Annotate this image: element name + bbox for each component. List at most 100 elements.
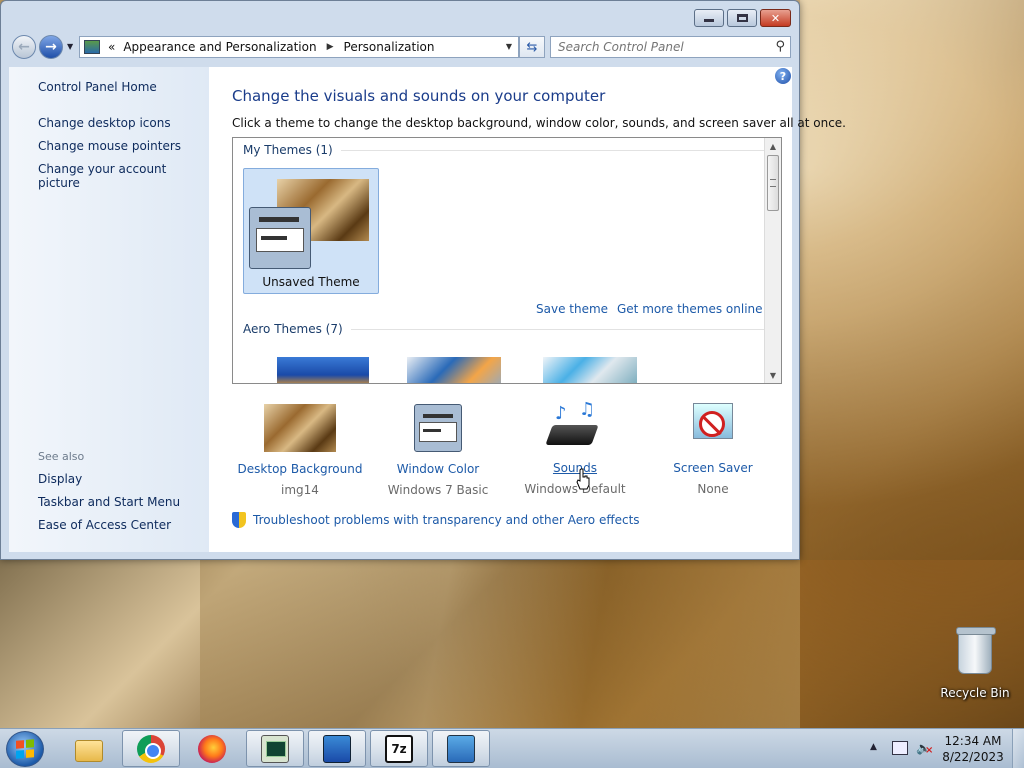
unsaved-theme-tile[interactable]: Unsaved Theme — [243, 168, 379, 294]
aero-themes-header-label: Aero Themes (7) — [243, 322, 343, 336]
address-dropdown-icon[interactable]: ▼ — [506, 42, 512, 51]
taskbar-firefox[interactable] — [183, 730, 241, 767]
screen-saver-icon[interactable] — [687, 401, 739, 451]
my-themes-header[interactable]: My Themes (1) — [243, 143, 769, 157]
change-desktop-icons-link[interactable]: Change desktop icons — [38, 116, 171, 130]
sounds-setting[interactable]: ♪ ♫ Sounds Windows Default — [505, 401, 645, 497]
theme-window-preview — [249, 207, 311, 269]
firefox-icon — [198, 734, 226, 763]
7zip-icon: 7z — [385, 734, 413, 763]
volume-muted-icon[interactable]: 🔈 × — [916, 741, 933, 756]
scroll-down-icon[interactable]: ▼ — [765, 367, 781, 383]
minimize-button[interactable] — [694, 9, 724, 27]
recent-pages-dropdown[interactable]: ▼ — [67, 42, 73, 51]
network-icon[interactable] — [892, 741, 908, 755]
minimize-icon — [704, 19, 714, 22]
group-divider — [340, 149, 769, 151]
display-link[interactable]: Display — [38, 472, 82, 486]
screen-saver-value: None — [697, 482, 729, 496]
maximize-icon — [736, 14, 748, 22]
breadcrumb-appearance[interactable]: Appearance and Personalization — [123, 40, 316, 54]
clock[interactable]: 12:34 AM 8/22/2023 — [942, 733, 1004, 765]
left-pane: Control Panel Home Change desktop icons … — [9, 67, 209, 552]
window-color-icon[interactable] — [414, 404, 462, 452]
save-theme-link[interactable]: Save theme — [536, 302, 608, 316]
ease-of-access-link[interactable]: Ease of Access Center — [38, 518, 171, 532]
remote-desktop-icon — [323, 734, 351, 763]
breadcrumb-separator-icon[interactable]: ▶ — [327, 42, 334, 52]
back-button[interactable]: ← — [12, 35, 36, 59]
troubleshoot-label[interactable]: Troubleshoot problems with transparency … — [253, 513, 640, 527]
sounds-icon[interactable]: ♪ ♫ — [545, 401, 605, 451]
search-icon[interactable]: ⚲ — [775, 39, 785, 54]
desktop-background-link[interactable]: Desktop Background — [230, 462, 370, 476]
clock-date: 8/22/2023 — [942, 750, 1004, 764]
desktop-wallpaper-highlight — [800, 0, 1024, 560]
desktop-background-setting[interactable]: Desktop Background img14 — [230, 401, 370, 497]
start-button[interactable] — [6, 731, 44, 767]
arrow-left-icon: ← — [18, 39, 30, 55]
close-button[interactable]: ✕ — [760, 9, 791, 27]
taskbar: 7z ▲ 🔈 × 12:34 AM 8/22/2023 — [0, 728, 1024, 768]
title-bar[interactable]: ✕ — [1, 1, 799, 33]
screen-saver-setting[interactable]: Screen Saver None — [643, 401, 783, 496]
search-box[interactable]: ⚲ — [550, 36, 791, 58]
show-desktop-button[interactable] — [1012, 729, 1024, 768]
aero-themes-header[interactable]: Aero Themes (7) — [243, 322, 775, 336]
taskbar-start-menu-link[interactable]: Taskbar and Start Menu — [38, 495, 180, 509]
control-panel-icon — [447, 734, 475, 763]
taskbar-explorer[interactable] — [60, 730, 118, 767]
breadcrumb-personalization[interactable]: Personalization — [344, 40, 435, 54]
address-bar[interactable]: « Appearance and Personalization ▶ Perso… — [79, 36, 519, 58]
taskbar-7zip[interactable]: 7z — [370, 730, 428, 767]
change-mouse-pointers-link[interactable]: Change mouse pointers — [38, 139, 181, 153]
desktop-wallpaper-streak — [200, 560, 800, 730]
get-more-themes-link[interactable]: Get more themes online — [617, 302, 763, 316]
taskbar-control-panel[interactable] — [432, 730, 490, 767]
troubleshoot-link[interactable]: Troubleshoot problems with transparency … — [232, 512, 640, 528]
desktop-background-icon[interactable] — [264, 404, 336, 452]
folder-icon — [75, 739, 103, 762]
control-panel-home-link[interactable]: Control Panel Home — [38, 80, 157, 94]
navigation-bar: ← → ▼ « Appearance and Personalization ▶… — [1, 34, 801, 60]
personalization-window: ✕ ← → ▼ « Appearance and Personalization… — [0, 0, 846, 560]
chrome-icon — [137, 734, 165, 763]
recycle-bin-label[interactable]: Recycle Bin — [940, 686, 1010, 700]
group-divider — [350, 328, 775, 330]
search-input[interactable] — [551, 37, 761, 57]
refresh-icon: ⇆ — [526, 39, 538, 55]
main-pane: ? Change the visuals and sounds on your … — [230, 67, 846, 552]
taskbar-task-manager[interactable] — [246, 730, 304, 767]
close-icon: ✕ — [770, 11, 781, 25]
windows-logo-icon — [16, 739, 34, 759]
page-subtitle: Click a theme to change the desktop back… — [232, 116, 846, 130]
aero-theme-windows7[interactable] — [277, 357, 369, 383]
window-color-link[interactable]: Window Color — [368, 462, 508, 476]
aero-theme-architecture[interactable] — [407, 357, 501, 383]
scroll-up-icon[interactable]: ▲ — [765, 138, 781, 154]
content-area: Control Panel Home Change desktop icons … — [9, 67, 846, 552]
recycle-bin-desktop-icon[interactable]: Recycle Bin — [940, 627, 1010, 700]
aero-theme-characters[interactable] — [543, 357, 637, 383]
maximize-button[interactable] — [727, 9, 757, 27]
forward-button[interactable]: → — [39, 35, 63, 59]
help-icon[interactable]: ? — [775, 68, 791, 84]
change-account-picture-link[interactable]: Change your account picture — [38, 162, 209, 190]
notification-area: ▲ 🔈 × 12:34 AM 8/22/2023 — [866, 729, 1024, 768]
sounds-value: Windows Default — [524, 482, 626, 496]
taskbar-chrome[interactable] — [122, 730, 180, 767]
page-title: Change the visuals and sounds on your co… — [232, 87, 606, 105]
window-color-setting[interactable]: Window Color Windows 7 Basic — [368, 401, 508, 497]
address-overflow[interactable]: « — [108, 40, 115, 54]
show-hidden-icons-icon[interactable]: ▲ — [870, 742, 877, 752]
clock-time: 12:34 AM — [944, 734, 1002, 748]
scrollbar-thumb[interactable] — [767, 155, 779, 211]
uac-shield-icon — [232, 512, 246, 528]
sounds-link[interactable]: Sounds — [505, 461, 645, 475]
screen-saver-link[interactable]: Screen Saver — [643, 461, 783, 475]
taskbar-remote-desktop[interactable] — [308, 730, 366, 767]
refresh-button[interactable]: ⇆ — [519, 36, 545, 58]
theme-list[interactable]: My Themes (1) Unsaved Theme Save theme G… — [232, 137, 782, 384]
theme-list-scrollbar[interactable]: ▲ ▼ — [764, 138, 781, 383]
recycle-bin-icon[interactable] — [956, 627, 996, 674]
